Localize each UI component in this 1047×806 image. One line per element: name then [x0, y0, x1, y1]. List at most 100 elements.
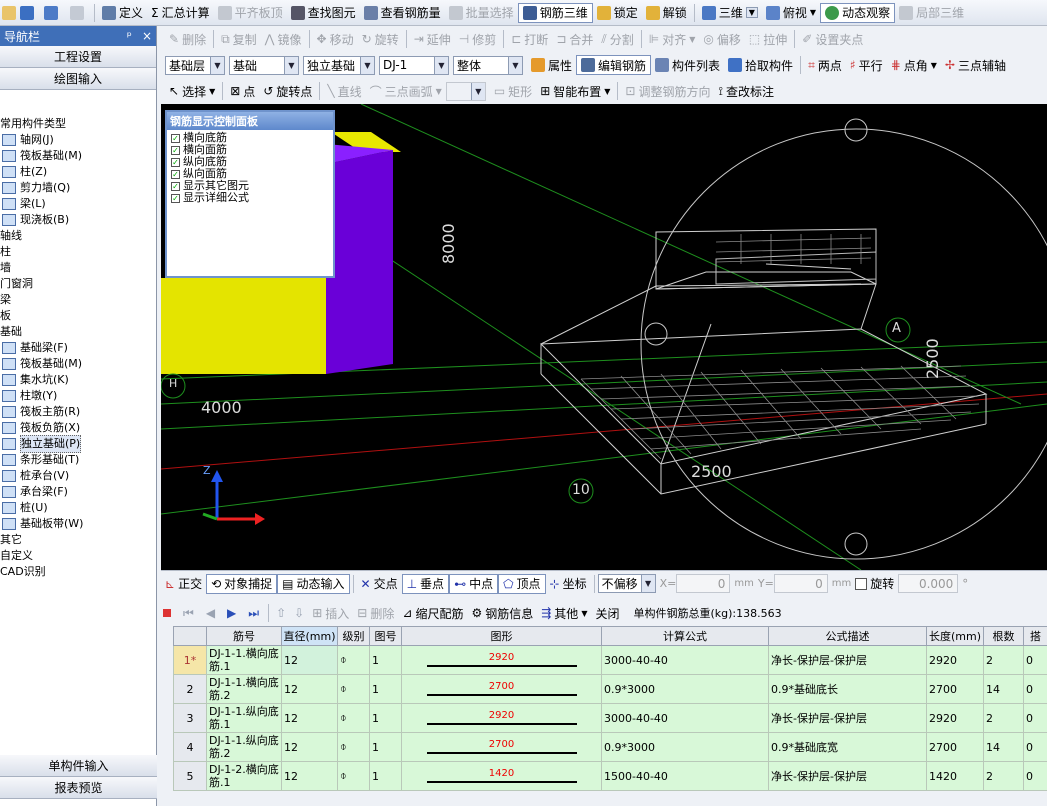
fig-cell[interactable]: 1: [369, 645, 402, 675]
copy-button[interactable]: ⧉ 复制: [217, 29, 261, 49]
checkbox-icon[interactable]: ✓: [171, 193, 180, 203]
lap-cell[interactable]: 0: [1023, 732, 1047, 762]
x-input[interactable]: 0: [676, 574, 731, 593]
checkbox-icon[interactable]: ✓: [171, 169, 180, 179]
tree-item[interactable]: 基础: [0, 324, 157, 340]
close-red-icon[interactable]: [163, 609, 171, 617]
floor-select[interactable]: 基础层 ▼: [165, 55, 225, 75]
next-record-icon[interactable]: ▶: [227, 606, 236, 620]
stretch-button[interactable]: ⬚ 拉伸: [745, 29, 791, 49]
delete-row-button[interactable]: ⊟ 删除: [353, 603, 398, 623]
column-header[interactable]: 计算公式: [601, 626, 769, 646]
three-point-arc-button[interactable]: ⌒ 三点画弧 ▼: [366, 81, 446, 101]
table-row[interactable]: 2 DJ-1-1.横向底筋.2 12 ⌽ 1 2700 0.9*3000 0.9*基础底长 27…: [173, 674, 1047, 704]
report-preview-button[interactable]: 报表预览: [0, 777, 157, 799]
rebar-3d-button[interactable]: 钢筋三维: [517, 2, 593, 23]
vertex-button[interactable]: ⬠ 顶点: [498, 573, 546, 594]
formula-cell[interactable]: 3000-40-40: [601, 645, 769, 675]
fig-cell[interactable]: 1: [369, 674, 402, 704]
define-button[interactable]: 定义: [98, 3, 147, 23]
shape-cell[interactable]: 2700: [401, 674, 602, 704]
rebar-name-cell[interactable]: DJ-1-1.纵向底筋.2: [206, 732, 282, 762]
panel-option[interactable]: ✓ 显示详细公式: [167, 192, 333, 204]
checkbox-icon[interactable]: ✓: [171, 133, 180, 143]
undo-icon[interactable]: [44, 5, 58, 20]
grade-cell[interactable]: ⌽: [337, 703, 370, 733]
len-cell[interactable]: 2920: [926, 645, 984, 675]
tree-item[interactable]: 桩承台(V): [0, 468, 157, 484]
orbit-handle-bottom[interactable]: [844, 532, 868, 556]
set-grip-button[interactable]: ✐ 设置夹点: [798, 29, 867, 49]
split-button[interactable]: ⫽ 分割: [597, 29, 637, 49]
project-settings-button[interactable]: 工程设置: [0, 46, 156, 68]
fig-cell[interactable]: 1: [369, 703, 402, 733]
y-input[interactable]: 0: [773, 574, 828, 593]
shape-cell[interactable]: 2700: [401, 732, 602, 762]
rebar-info-button[interactable]: ⚙ 钢筋信息: [467, 603, 537, 623]
dia-cell[interactable]: 12: [281, 674, 338, 704]
column-header[interactable]: [173, 626, 207, 646]
tree-item[interactable]: 基础板带(W): [0, 516, 157, 532]
tree-item[interactable]: 筏板基础(M): [0, 148, 157, 164]
tree-item[interactable]: 承台梁(F): [0, 484, 157, 500]
prev-record-icon[interactable]: ◀: [206, 606, 215, 620]
fig-cell[interactable]: 1: [369, 732, 402, 762]
redo-icon[interactable]: [70, 5, 84, 20]
tree-item[interactable]: 柱墩(Y): [0, 388, 157, 404]
grade-cell[interactable]: ⌽: [337, 645, 370, 675]
parallel-button[interactable]: ♯ 平行: [846, 55, 887, 75]
drawing-input-button[interactable]: 绘图输入: [0, 68, 156, 90]
tree-item[interactable]: 轴网(J): [0, 132, 157, 148]
row-number-cell[interactable]: 5: [173, 761, 207, 791]
smart-layout-button[interactable]: ⊞ 智能布置 ▼: [536, 81, 614, 101]
align-slab-top-button[interactable]: 平齐板顶: [214, 3, 287, 23]
desc-cell[interactable]: 净长-保护层-保护层: [768, 703, 927, 733]
tree-item[interactable]: 板: [0, 308, 157, 324]
shape-cell[interactable]: 1420: [401, 761, 602, 791]
save-icon[interactable]: [20, 5, 34, 20]
tree-item[interactable]: 现浇板(B): [0, 212, 157, 228]
tree-item[interactable]: 基础梁(F): [0, 340, 157, 356]
properties-button[interactable]: 属性: [527, 55, 576, 75]
pin-icon[interactable]: ᵖ: [127, 29, 132, 43]
tree-item[interactable]: 门窗洞: [0, 276, 157, 292]
align-button[interactable]: ⊫ 对齐 ▼: [645, 29, 700, 49]
tree-item[interactable]: 剪力墙(Q): [0, 180, 157, 196]
select-button[interactable]: ↖ 选择 ▼: [165, 81, 219, 101]
mirror-button[interactable]: ⋀ 镜像: [261, 29, 306, 49]
column-header[interactable]: 长度(mm): [926, 626, 984, 646]
arc-option-select[interactable]: ▼: [445, 81, 486, 101]
len-cell[interactable]: 2920: [926, 703, 984, 733]
rebar-name-cell[interactable]: DJ-1-2.横向底筋.1: [206, 761, 282, 791]
trim-button[interactable]: ⊣ 修剪: [455, 29, 500, 49]
row-number-cell[interactable]: 4: [173, 732, 207, 762]
move-down-icon[interactable]: ⇩: [294, 606, 304, 620]
move-button[interactable]: ✥ 移动: [313, 29, 358, 49]
point-button[interactable]: ⊠ 点: [226, 81, 259, 101]
dynamic-input-button[interactable]: ▤ 动态输入: [277, 573, 350, 594]
coordinate-button[interactable]: ⊹ 坐标: [546, 574, 591, 594]
merge-button[interactable]: ⊐ 合并: [552, 29, 597, 49]
column-header[interactable]: 级别: [337, 626, 370, 646]
offset-button[interactable]: ◎ 偏移: [699, 29, 745, 49]
tree-item[interactable]: 自定义: [0, 548, 157, 564]
tree-item[interactable]: 其它: [0, 532, 157, 548]
move-up-icon[interactable]: ⇧: [276, 606, 286, 620]
component-list-button[interactable]: 构件列表: [651, 55, 724, 75]
checkbox-icon[interactable]: ✓: [171, 157, 180, 167]
grade-cell[interactable]: ⌽: [337, 732, 370, 762]
tree-item[interactable]: 集水坑(K): [0, 372, 157, 388]
cnt-cell[interactable]: 2: [983, 645, 1024, 675]
edit-annotation-button[interactable]: ⟟ 查改标注: [715, 81, 778, 101]
rebar-name-cell[interactable]: DJ-1-1.横向底筋.1: [206, 645, 282, 675]
rebar-name-cell[interactable]: DJ-1-1.横向底筋.2: [206, 674, 282, 704]
cnt-cell[interactable]: 2: [983, 761, 1024, 791]
tree-item[interactable]: 常用构件类型: [0, 116, 157, 132]
cnt-cell[interactable]: 14: [983, 674, 1024, 704]
delete-button[interactable]: ✎ 删除: [165, 29, 210, 49]
formula-cell[interactable]: 0.9*3000: [601, 732, 769, 762]
formula-cell[interactable]: 3000-40-40: [601, 703, 769, 733]
tree-item[interactable]: 梁: [0, 292, 157, 308]
column-header[interactable]: 筋号: [206, 626, 282, 646]
desc-cell[interactable]: 净长-保护层-保护层: [768, 761, 927, 791]
